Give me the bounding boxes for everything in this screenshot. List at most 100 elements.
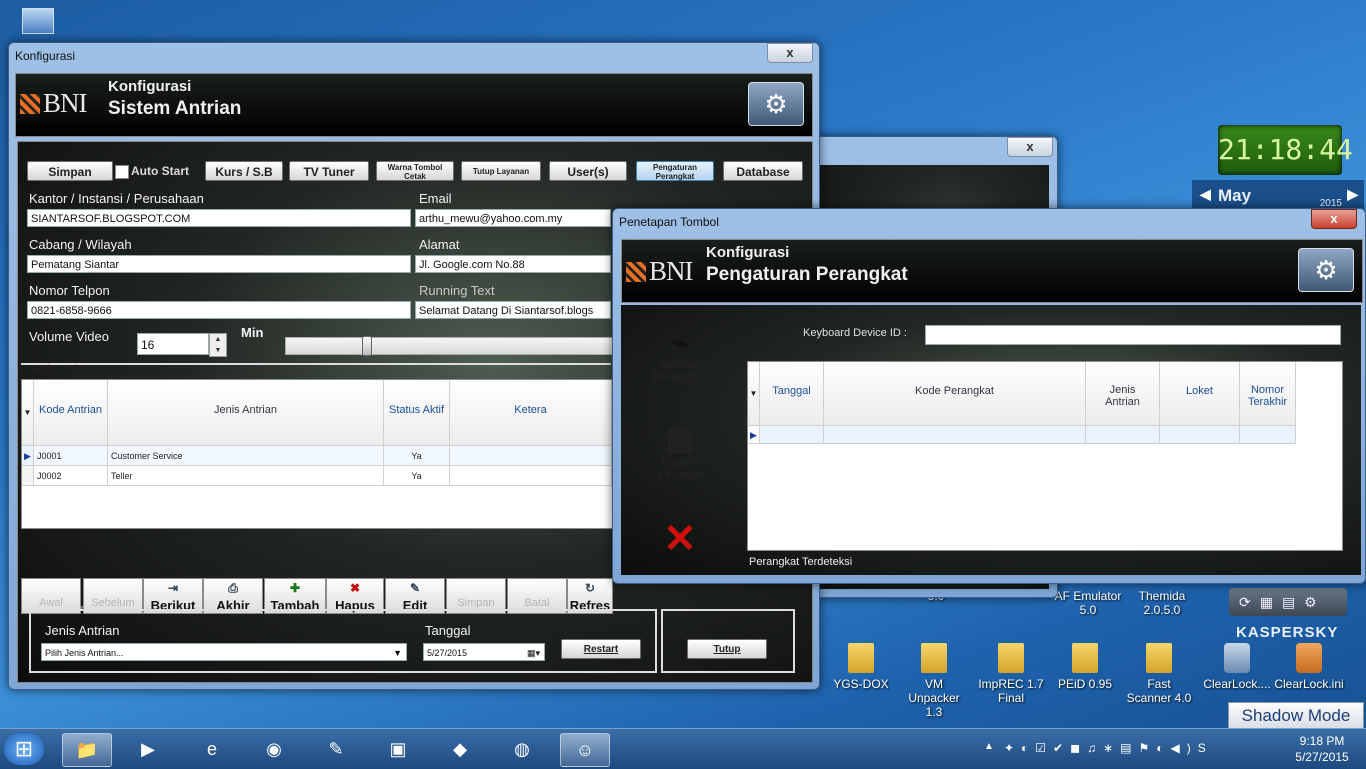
- telpon-input[interactable]: 0821-6858-9666: [27, 301, 411, 319]
- desktop-label-themida[interactable]: Themida 2.0.5.0: [1122, 589, 1202, 617]
- alamat-label: Alamat: [419, 237, 460, 252]
- notepad-taskbar-icon[interactable]: ✎: [312, 733, 360, 765]
- volume-spinner[interactable]: ▲ ▼: [209, 333, 227, 357]
- desktop-icon-fast-scanner[interactable]: Fast Scanner 4.0: [1124, 643, 1194, 705]
- antrian-app-taskbar-icon[interactable]: ☺: [560, 733, 610, 767]
- gear-icon: ⚙: [1314, 255, 1338, 285]
- jenis-antrian-group-label: Jenis Antrian: [31, 364, 89, 375]
- header-title-line1: Konfigurasi: [108, 78, 192, 95]
- media-player-taskbar-icon[interactable]: ▶: [124, 733, 172, 765]
- window-taskbar-icon[interactable]: ▣: [374, 733, 422, 765]
- device-header-kode[interactable]: Kode Perangkat: [824, 362, 1086, 426]
- telpon-label: Nomor Telpon: [29, 283, 110, 298]
- table-cell[interactable]: Customer Service: [108, 446, 384, 466]
- running-text-label: Running Text: [419, 283, 495, 298]
- kaspersky-toolbar[interactable]: ⟳▦▤⚙: [1229, 588, 1347, 616]
- device-window-close-button[interactable]: x: [1311, 209, 1357, 229]
- auto-start-checkbox[interactable]: [115, 165, 129, 179]
- tray-clock[interactable]: 9:18 PM 5/27/2015: [1284, 733, 1360, 765]
- desktop-icon-imprec[interactable]: ImpREC 1.7 Final: [976, 643, 1046, 705]
- desktop-icon-vm-unpacker[interactable]: VM Unpacker 1.3: [899, 643, 969, 719]
- device-header-line1: Konfigurasi: [706, 244, 790, 261]
- tutup-layanan-button[interactable]: Tutup Layanan: [461, 161, 541, 181]
- settings-gear-button[interactable]: ⚙: [748, 82, 804, 126]
- pengaturan-perangkat-button[interactable]: Pengaturan Perangkat: [636, 161, 714, 181]
- email-input[interactable]: arthu_mewu@yahoo.com.my: [415, 209, 611, 227]
- table-cell[interactable]: Teller: [108, 466, 384, 486]
- tutup-button[interactable]: Tutup: [687, 639, 767, 659]
- restart-jenis-select[interactable]: Pilih Jenis Antrian... ▼: [41, 643, 407, 661]
- tv-tuner-button[interactable]: TV Tuner: [289, 161, 369, 181]
- email-label: Email: [419, 191, 452, 206]
- shadow-mode-button[interactable]: Shadow Mode: [1228, 702, 1364, 730]
- start-orb-icon[interactable]: ⊞: [4, 733, 44, 765]
- auto-start-label: Auto Start: [131, 164, 189, 178]
- printer-icon: ⎙: [228, 581, 238, 595]
- fungsi-layanan-button[interactable]: ▦ Fungsi Layanan: [635, 423, 725, 481]
- device-header-loket[interactable]: Loket: [1160, 362, 1240, 426]
- row-selector-header-icon: ▼: [22, 380, 34, 446]
- desktop-computer-icon[interactable]: [22, 8, 54, 34]
- perangkat-status: Perangkat Terdeteksi: [749, 556, 853, 568]
- internet-explorer-taskbar-icon[interactable]: e: [188, 733, 236, 765]
- table-row[interactable]: J0001: [34, 446, 108, 466]
- add-icon: ✚: [289, 581, 301, 595]
- device-header-line2: Pengaturan Perangkat: [706, 264, 908, 285]
- firefox-taskbar-icon[interactable]: ◉: [250, 733, 298, 765]
- running-text-input[interactable]: Selamat Datang Di Siantarsof.blogs: [415, 301, 611, 319]
- cabang-input[interactable]: Pematang Siantar: [27, 255, 411, 273]
- restart-tanggal-picker[interactable]: 5/27/2015 ▦▾: [423, 643, 545, 661]
- database-button[interactable]: Database: [723, 161, 803, 181]
- keypad-icon: ▦: [665, 423, 695, 456]
- row-pointer-icon: ▶: [748, 426, 760, 444]
- alamat-input[interactable]: Jl. Google.com No.88: [415, 255, 611, 273]
- kantor-input[interactable]: SIANTARSOF.BLOGSPOT.COM: [27, 209, 411, 227]
- table-cell[interactable]: Ya: [384, 446, 450, 466]
- edit-icon: ✎: [409, 581, 421, 595]
- deteksi-perangkat-button[interactable]: ⌁ Deteksi Perangkat: [635, 327, 725, 383]
- device-header-tanggal[interactable]: Tanggal: [760, 362, 824, 426]
- kurs-button[interactable]: Kurs / S.B: [205, 161, 283, 181]
- usb-plug-icon: ⌁: [671, 327, 689, 358]
- table-header-status[interactable]: Status Aktif: [384, 380, 450, 446]
- bg-window-close-button[interactable]: x: [1007, 137, 1053, 157]
- table-row[interactable]: J0002: [34, 466, 108, 486]
- desktop-icon-ygs-dox[interactable]: YGS-DOX: [826, 643, 896, 691]
- globe-taskbar-icon[interactable]: ◍: [498, 733, 546, 765]
- restart-button[interactable]: Restart: [561, 639, 641, 659]
- volume-slider[interactable]: [285, 336, 613, 356]
- penetapan-tombol-window[interactable]: Penetapan Tombol x BNI Konfigurasi Penga…: [612, 208, 1366, 584]
- folder-icon: [848, 643, 874, 673]
- volume-slider-thumb[interactable]: [362, 336, 372, 356]
- table-header-jenis[interactable]: Jenis Antrian: [108, 380, 384, 446]
- calendar-prev-icon[interactable]: ◀: [1200, 186, 1211, 203]
- volume-input[interactable]: 16: [137, 333, 209, 355]
- table-header-kode[interactable]: Kode Antrian: [34, 380, 108, 446]
- table-header-keterangan[interactable]: Ketera: [450, 380, 612, 446]
- desktop-icon-clearlock-ini[interactable]: ClearLock.ini: [1274, 643, 1344, 691]
- device-gear-button[interactable]: ⚙: [1298, 248, 1354, 292]
- window-close-button[interactable]: x: [767, 43, 813, 63]
- restart-jenis-label: Jenis Antrian: [45, 623, 120, 638]
- perangkat-table[interactable]: ▼ Tanggal Kode Perangkat Jenis Antrian L…: [747, 361, 1343, 551]
- close-x-icon[interactable]: ✕: [635, 517, 725, 561]
- table-cell[interactable]: Ya: [384, 466, 450, 486]
- device-header-jenis[interactable]: Jenis Antrian: [1086, 362, 1160, 426]
- device-header-nomor[interactable]: Nomor Terakhir: [1240, 362, 1296, 426]
- jenis-antrian-table[interactable]: ▼ Kode Antrian Jenis Antrian Status Akti…: [21, 379, 613, 529]
- desktop-icon-peid[interactable]: PEiD 0.95: [1050, 643, 1120, 691]
- explorer-taskbar-icon[interactable]: 📁: [62, 733, 112, 767]
- users-button[interactable]: User(s): [549, 161, 627, 181]
- simpan-button[interactable]: Simpan: [27, 161, 113, 181]
- desktop-icon-clearlock[interactable]: ClearLock....: [1202, 643, 1272, 691]
- next-record-icon: ⇥: [167, 581, 179, 595]
- keyboard-device-input[interactable]: [925, 325, 1341, 345]
- tray-expand-icon[interactable]: ▲: [984, 741, 994, 752]
- desktop-label-af-emulator[interactable]: AF Emulator 5.0: [1048, 589, 1128, 617]
- tray-icons[interactable]: ✦◐☑✔◼♫∗▤⚑◐◀)S: [1004, 741, 1213, 755]
- calendar-next-icon[interactable]: ▶: [1347, 186, 1358, 203]
- kaspersky-logo: KASPERSKY: [1236, 624, 1339, 641]
- warna-tombol-cetak-button[interactable]: Warna Tombol Cetak: [376, 161, 454, 181]
- tool-taskbar-icon[interactable]: ◆: [436, 733, 484, 765]
- folder-icon: [998, 643, 1024, 673]
